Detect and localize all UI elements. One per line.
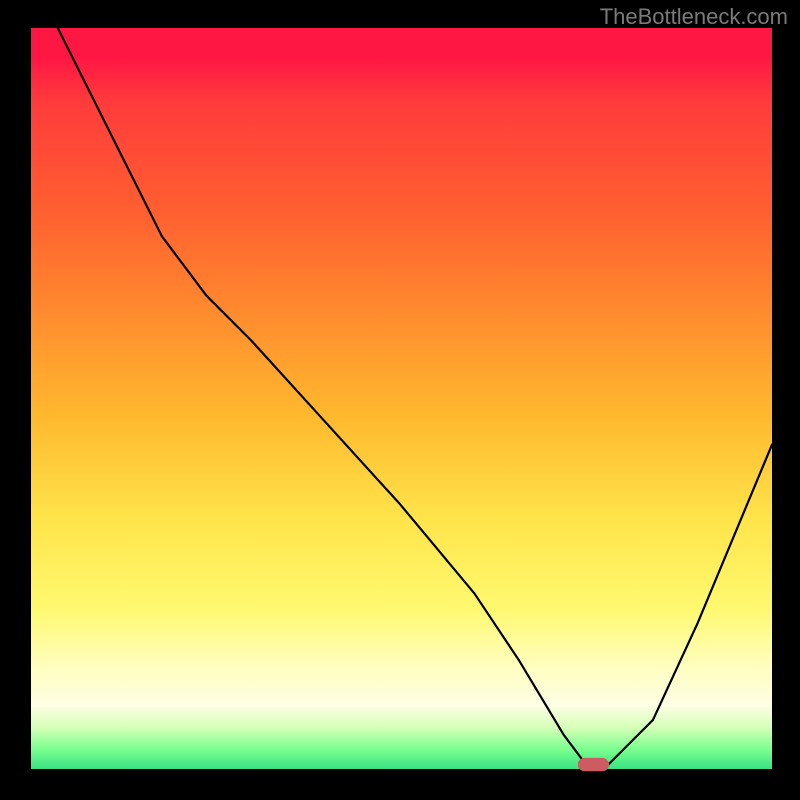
watermark-text: TheBottleneck.com <box>600 4 788 30</box>
chart-curve <box>58 28 772 765</box>
optimum-marker <box>578 758 609 771</box>
chart-container: TheBottleneck.com <box>0 0 800 800</box>
chart-curve-layer <box>28 28 772 772</box>
